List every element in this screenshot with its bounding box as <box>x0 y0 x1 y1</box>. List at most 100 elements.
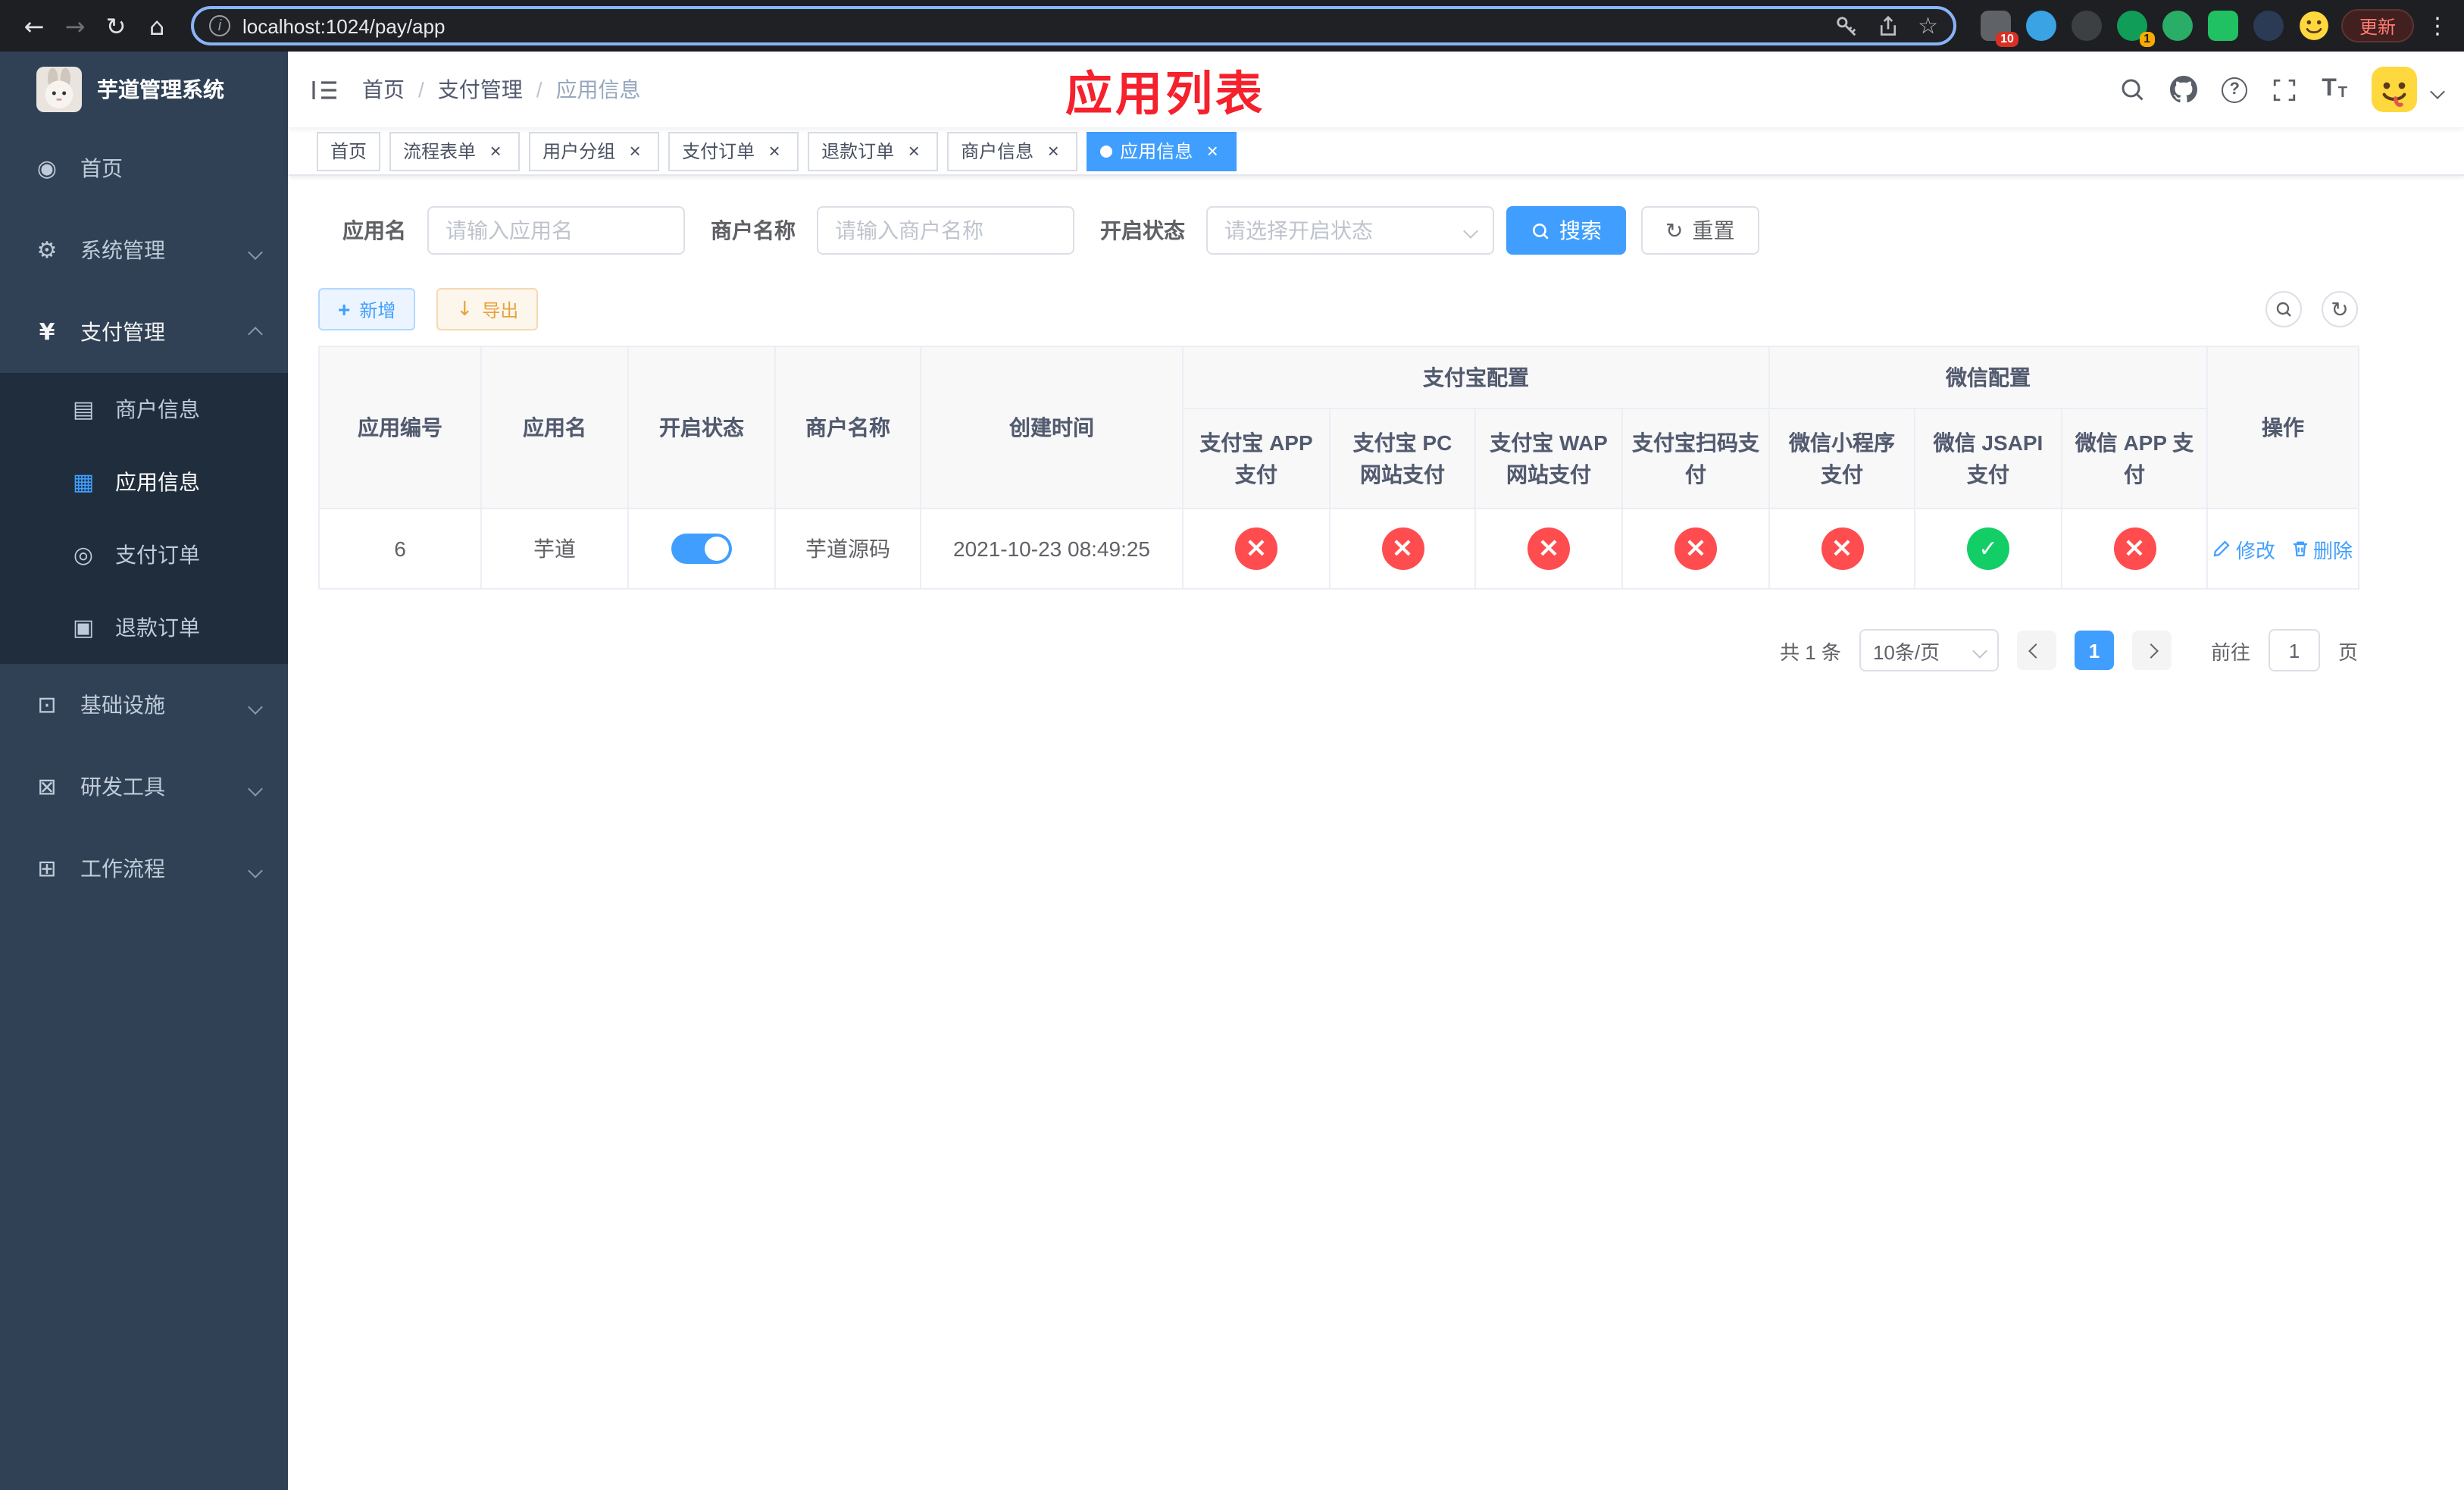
add-button[interactable]: 新增 <box>318 288 416 330</box>
sidebar-item-home[interactable]: ◉ 首页 <box>0 127 288 209</box>
active-dot <box>1100 145 1113 157</box>
reload-icon[interactable]: ↻ <box>97 7 135 45</box>
breadcrumb-payment[interactable]: 支付管理 <box>438 74 523 105</box>
breadcrumb-home[interactable]: 首页 <box>362 74 405 105</box>
app-table: 应用编号 应用名 开启状态 商户名称 创建时间 支付宝配置 微信配置 操作 支付… <box>318 346 2359 590</box>
header-search-icon[interactable] <box>2118 76 2146 103</box>
toggle-search-button[interactable] <box>2265 291 2302 327</box>
chevron-down-icon <box>248 693 263 717</box>
page-size-select[interactable]: 10条/页 <box>1859 629 1999 671</box>
prev-page-button[interactable] <box>2016 631 2056 670</box>
search-button-label: 搜索 <box>1559 218 1602 243</box>
merchant-name-input[interactable] <box>817 206 1074 255</box>
reset-button[interactable]: 重置 <box>1641 206 1759 255</box>
tab-flow-form[interactable]: 流程表单 <box>389 131 521 171</box>
col-alipay-wap: 支付宝 WAP 网站支付 <box>1474 408 1623 509</box>
tab-close-icon[interactable] <box>624 140 646 161</box>
tab-user-group[interactable]: 用户分组 <box>529 131 660 171</box>
tab-label: 退款订单 <box>821 141 895 162</box>
tab-app-info[interactable]: 应用信息 <box>1087 131 1237 171</box>
page-number-1[interactable]: 1 <box>2074 631 2114 670</box>
password-key-icon[interactable] <box>1834 14 1857 37</box>
address-bar[interactable]: localhost:1024/pay/app ☆ <box>191 6 1956 45</box>
filter-form: 应用名 商户名称 开启状态 请选择开启状态 <box>318 206 2358 255</box>
profile-avatar-icon[interactable] <box>2299 11 2329 41</box>
plus-icon <box>338 297 350 321</box>
sidebar-item-workflow[interactable]: ⊞ 工作流程 <box>0 828 288 909</box>
refresh-table-button[interactable] <box>2322 291 2358 327</box>
chevron-down-icon <box>1972 643 1987 658</box>
delete-link[interactable]: 删除 <box>2290 534 2353 563</box>
pagination-total: 共 1 条 <box>1780 640 1841 663</box>
tab-close-icon[interactable] <box>485 140 506 161</box>
edit-link[interactable]: 修改 <box>2213 534 2275 563</box>
extension-icon[interactable] <box>2207 11 2238 41</box>
tab-payment-order[interactable]: 支付订单 <box>668 131 799 171</box>
status-toggle[interactable] <box>671 534 732 564</box>
tab-label: 应用信息 <box>1120 141 1193 162</box>
sidebar-item-system-management[interactable]: ⚙ 系统管理 <box>0 209 288 291</box>
tags-view: 首页 流程表单 用户分组 支付订单 <box>288 127 2464 176</box>
col-alipay-pc: 支付宝 PC 网站支付 <box>1329 408 1476 509</box>
sidebar-item-label: 工作流程 <box>80 856 165 881</box>
export-button[interactable]: 导出 <box>436 288 539 330</box>
github-icon[interactable] <box>2170 76 2198 103</box>
share-icon[interactable] <box>1877 14 1898 37</box>
sidebar-subitem-refund-order[interactable]: ▣ 退款订单 <box>0 591 288 664</box>
tab-label: 支付订单 <box>682 141 755 162</box>
extensions-area: 10 1 <box>1980 11 2329 47</box>
avatar-caret-icon[interactable] <box>2430 77 2445 102</box>
user-avatar[interactable] <box>2372 67 2417 112</box>
col-app-name: 应用名 <box>480 346 629 509</box>
tab-refund-order[interactable]: 退款订单 <box>808 131 939 171</box>
yen-icon: ¥ <box>39 318 55 346</box>
extensions-puzzle-icon[interactable]: 10 <box>1980 11 2018 47</box>
fullscreen-icon[interactable] <box>2272 77 2297 102</box>
extension-icon[interactable] <box>2025 11 2056 41</box>
wechat-extension-icon[interactable] <box>2162 11 2193 41</box>
add-button-label: 新增 <box>359 299 396 321</box>
sidebar-subitem-merchant-info[interactable]: ▤ 商户信息 <box>0 373 288 446</box>
sidebar-item-dev-tools[interactable]: ⊠ 研发工具 <box>0 746 288 828</box>
sidebar-item-payment-management[interactable]: ¥ 支付管理 <box>0 291 288 373</box>
tab-close-icon[interactable] <box>1202 140 1223 161</box>
browser-menu-icon[interactable]: ⋮ <box>2426 12 2449 39</box>
cell-app-name: 芋道 <box>480 508 629 590</box>
home-icon[interactable]: ⌂ <box>138 7 176 45</box>
toolbox-icon: ⊠ <box>37 773 57 800</box>
sidebar-item-infrastructure[interactable]: ⊡ 基础设施 <box>0 664 288 746</box>
chrome-update-button[interactable]: 更新 <box>2340 9 2414 42</box>
sidebar-subitem-payment-order[interactable]: ◎ 支付订单 <box>0 518 288 591</box>
extension-icon[interactable] <box>2253 11 2284 41</box>
tab-merchant-info[interactable]: 商户信息 <box>947 131 1078 171</box>
alipay-wap-status-icon <box>1527 527 1570 570</box>
tab-close-icon[interactable] <box>764 140 785 161</box>
back-icon[interactable]: ← <box>15 7 53 45</box>
extension-icon[interactable]: 1 <box>2116 11 2155 47</box>
status-select[interactable]: 请选择开启状态 <box>1206 206 1494 255</box>
next-page-button[interactable] <box>2131 631 2172 670</box>
app-name-input[interactable] <box>427 206 685 255</box>
sidebar-subitem-app-info[interactable]: ▦ 应用信息 <box>0 446 288 518</box>
refresh-icon <box>2331 296 2348 322</box>
dashboard-icon: ◉ <box>36 155 58 182</box>
search-icon <box>1533 223 1549 239</box>
sidebar-logo-row[interactable]: 芋道管理系统 <box>0 52 288 127</box>
col-app-id: 应用编号 <box>318 346 482 509</box>
tab-close-icon[interactable] <box>1043 140 1064 161</box>
site-info-icon[interactable] <box>209 15 230 36</box>
forward-icon[interactable]: → <box>56 7 94 45</box>
page-goto-input[interactable] <box>2268 629 2320 671</box>
help-icon[interactable] <box>2222 77 2248 102</box>
gear-icon: ⚙ <box>36 236 58 264</box>
extension-icon[interactable] <box>2071 11 2102 41</box>
url-text[interactable]: localhost:1024/pay/app <box>242 14 445 37</box>
chevron-up-icon <box>248 320 263 344</box>
font-size-icon[interactable] <box>2322 77 2347 102</box>
tab-home[interactable]: 首页 <box>317 131 381 171</box>
sidebar-subitem-label: 退款订单 <box>115 615 200 640</box>
tab-close-icon[interactable] <box>903 140 924 161</box>
sidebar-collapse-icon[interactable] <box>288 78 362 101</box>
search-button[interactable]: 搜索 <box>1506 206 1626 255</box>
bookmark-star-icon[interactable]: ☆ <box>1918 14 1938 37</box>
